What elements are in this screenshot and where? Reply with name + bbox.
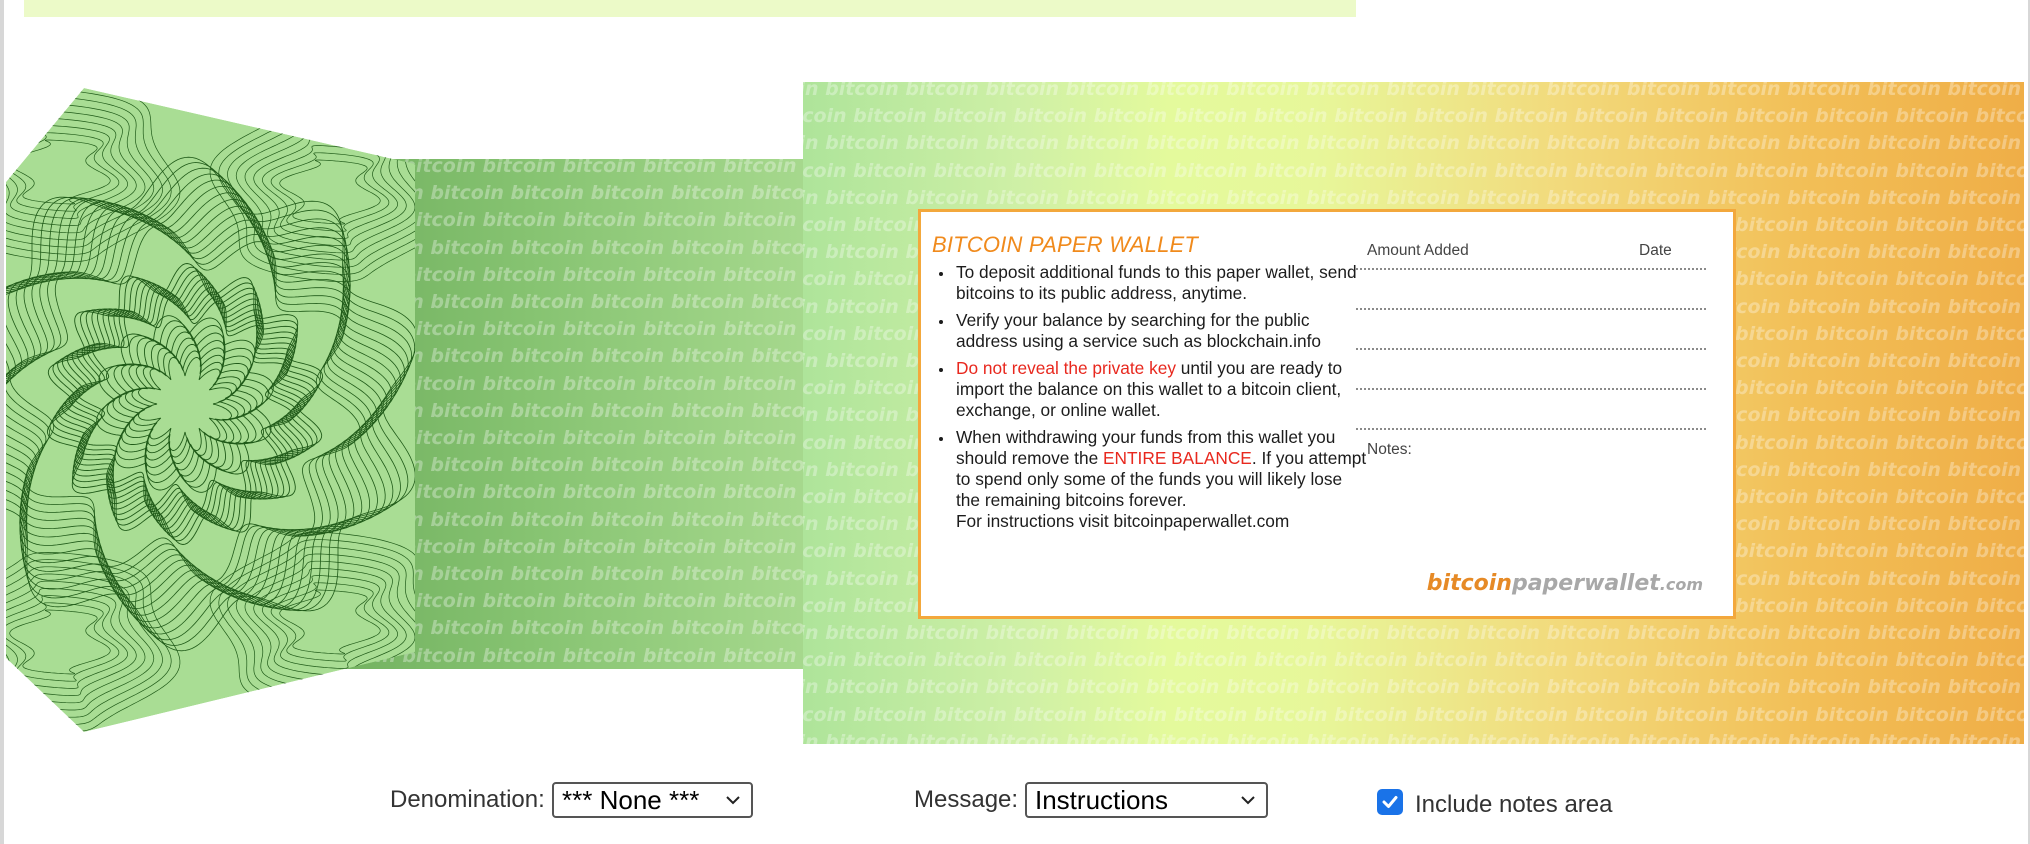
instructions-list: To deposit additional funds to this pape… (932, 262, 1368, 538)
brand-part-paperwallet: paperwallet (1511, 571, 1660, 596)
watermark-row: bitcoin bitcoin bitcoin bitcoin bitcoin … (803, 649, 2024, 672)
watermark-row: bitcoin bitcoin bitcoin bitcoin bitcoin … (803, 676, 2024, 699)
ledger-area: Amount Added Date (1356, 240, 1706, 468)
instruction-deposit: To deposit additional funds to this pape… (954, 262, 1368, 304)
private-key-warning: Do not reveal the private key (956, 358, 1176, 378)
wallet-info-card: BITCOIN PAPER WALLET To deposit addition… (918, 209, 1736, 619)
message-select[interactable]: Instructions (1025, 782, 1268, 818)
chevron-down-icon (1241, 796, 1255, 805)
notes-label: Notes: (1367, 441, 1412, 458)
watermark-row: bitcoin bitcoin bitcoin bitcoin bitcoin … (803, 132, 2024, 155)
denomination-value: *** None *** (562, 785, 700, 815)
watermark-row: bitcoin bitcoin bitcoin bitcoin bitcoin … (803, 159, 2024, 182)
brand-logo: bitcoinpaperwallet.com (1427, 571, 1703, 596)
brand-part-bitcoin: bitcoin (1426, 571, 1512, 596)
message-label: Message: (914, 786, 1019, 813)
watermark-row: bitcoin bitcoin bitcoin bitcoin bitcoin … (803, 730, 2024, 744)
denomination-select[interactable]: *** None *** (552, 782, 753, 818)
watermark-row: bitcoin bitcoin bitcoin bitcoin bitcoin … (803, 105, 2024, 128)
entire-balance-warning: ENTIRE BALANCE (1102, 448, 1252, 468)
watermark-row: bitcoin bitcoin bitcoin bitcoin bitcoin … (803, 703, 2024, 726)
instructions-link-text: For instructions visit bitcoinpaperwalle… (956, 511, 1290, 531)
denomination-label: Denomination: (390, 786, 545, 813)
paper-wallet-design: bitcoin bitcoin bitcoin bitcoin bitcoin … (0, 0, 2030, 760)
instruction-withdraw: When withdrawing your funds from this wa… (954, 427, 1368, 532)
checkmark-icon (1382, 796, 1398, 808)
brand-part-com: .com (1659, 575, 1703, 594)
ledger-line (1356, 268, 1706, 270)
ledger-line (1356, 428, 1706, 430)
watermark-row: bitcoin bitcoin bitcoin bitcoin bitcoin … (803, 82, 2024, 100)
watermark-row: bitcoin bitcoin bitcoin bitcoin bitcoin … (803, 622, 2024, 645)
include-notes-label[interactable]: Include notes area (1415, 791, 1612, 819)
wallet-title: BITCOIN PAPER WALLET (932, 232, 1199, 257)
guilloche-rosette (6, 88, 415, 732)
message-value: Instructions (1035, 785, 1168, 815)
ledger-header: Amount Added Date (1356, 240, 1706, 268)
include-notes-checkbox[interactable] (1377, 789, 1403, 815)
design-controls: Denomination: *** None *** Message: Inst… (0, 770, 2030, 844)
watermark-row: bitcoin bitcoin bitcoin bitcoin bitcoin … (803, 186, 2024, 209)
ledger-line (1356, 308, 1706, 310)
date-label: Date (1639, 242, 1672, 259)
instruction-private-key: Do not reveal the private key until you … (954, 358, 1368, 421)
amount-added-label: Amount Added (1367, 242, 1469, 259)
chevron-down-icon (726, 796, 740, 805)
ledger-line (1356, 388, 1706, 390)
instruction-verify: Verify your balance by searching for the… (954, 310, 1368, 352)
ledger-line (1356, 348, 1706, 350)
